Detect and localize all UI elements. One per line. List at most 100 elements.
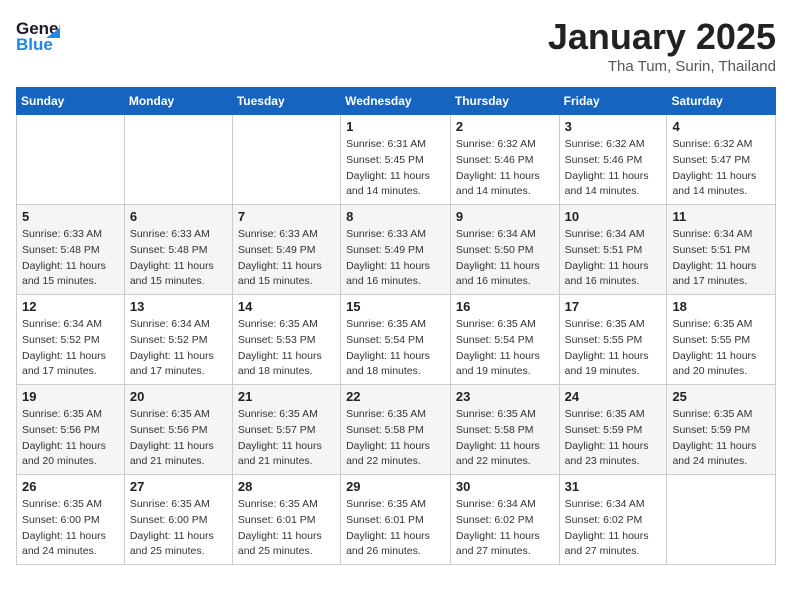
calendar-week-row: 5 Sunrise: 6:33 AM Sunset: 5:48 PM Daylig… xyxy=(17,205,776,295)
day-info: Sunrise: 6:35 AM Sunset: 5:54 PM Dayligh… xyxy=(456,317,554,380)
month-title: January 2025 xyxy=(548,16,776,58)
table-row: 19Sunrise: 6:35 AM Sunset: 5:56 PM Dayli… xyxy=(17,385,125,475)
table-row: 9 Sunrise: 6:34 AM Sunset: 5:50 PM Daylig… xyxy=(450,205,559,295)
day-number: 24 xyxy=(565,389,662,404)
day-info: Sunrise: 6:35 AM Sunset: 5:59 PM Dayligh… xyxy=(565,407,662,470)
table-row xyxy=(667,475,776,565)
title-block: January 2025 Tha Tum, Surin, Thailand xyxy=(548,16,776,75)
day-info: Sunrise: 6:35 AM Sunset: 6:01 PM Dayligh… xyxy=(346,497,445,560)
table-row: 16 Sunrise: 6:35 AM Sunset: 5:54 PM Dayli… xyxy=(450,295,559,385)
table-row: 20Sunrise: 6:35 AM Sunset: 5:56 PM Dayli… xyxy=(124,385,232,475)
table-row: 10Sunrise: 6:34 AM Sunset: 5:51 PM Dayli… xyxy=(559,205,667,295)
day-info: Sunrise: 6:34 AM Sunset: 5:51 PM Dayligh… xyxy=(565,227,662,290)
col-sunday: Sunday xyxy=(17,88,125,115)
table-row: 13 Sunrise: 6:34 AM Sunset: 5:52 PM Dayli… xyxy=(124,295,232,385)
table-row: 15 Sunrise: 6:35 AM Sunset: 5:54 PM Dayli… xyxy=(341,295,451,385)
table-row: 8 Sunrise: 6:33 AM Sunset: 5:49 PM Daylig… xyxy=(341,205,451,295)
table-row: 22 Sunrise: 6:35 AM Sunset: 5:58 PM Dayli… xyxy=(341,385,451,475)
day-info: Sunrise: 6:35 AM Sunset: 5:56 PM Dayligh… xyxy=(22,407,119,470)
table-row: 31Sunrise: 6:34 AM Sunset: 6:02 PM Dayli… xyxy=(559,475,667,565)
day-info: Sunrise: 6:33 AM Sunset: 5:49 PM Dayligh… xyxy=(346,227,445,290)
day-info: Sunrise: 6:35 AM Sunset: 5:55 PM Dayligh… xyxy=(672,317,770,380)
day-info: Sunrise: 6:32 AM Sunset: 5:47 PM Dayligh… xyxy=(672,137,770,200)
day-info: Sunrise: 6:31 AM Sunset: 5:45 PM Dayligh… xyxy=(346,137,445,200)
table-row xyxy=(124,115,232,205)
table-row: 6Sunrise: 6:33 AM Sunset: 5:48 PM Daylig… xyxy=(124,205,232,295)
table-row: 1 Sunrise: 6:31 AM Sunset: 5:45 PM Daylig… xyxy=(341,115,451,205)
day-number: 30 xyxy=(456,479,554,494)
day-number: 16 xyxy=(456,299,554,314)
calendar-week-row: 1 Sunrise: 6:31 AM Sunset: 5:45 PM Daylig… xyxy=(17,115,776,205)
day-number: 4 xyxy=(672,119,770,134)
day-number: 18 xyxy=(672,299,770,314)
day-number: 26 xyxy=(22,479,119,494)
col-saturday: Saturday xyxy=(667,88,776,115)
table-row: 24 Sunrise: 6:35 AM Sunset: 5:59 PM Dayli… xyxy=(559,385,667,475)
day-number: 7 xyxy=(238,209,335,224)
day-info: Sunrise: 6:35 AM Sunset: 6:00 PM Dayligh… xyxy=(22,497,119,560)
table-row: 28 Sunrise: 6:35 AM Sunset: 6:01 PM Dayli… xyxy=(232,475,340,565)
table-row: 14 Sunrise: 6:35 AM Sunset: 5:53 PM Dayli… xyxy=(232,295,340,385)
table-row: 2Sunrise: 6:32 AM Sunset: 5:46 PM Daylig… xyxy=(450,115,559,205)
day-info: Sunrise: 6:35 AM Sunset: 5:53 PM Dayligh… xyxy=(238,317,335,380)
day-number: 23 xyxy=(456,389,554,404)
day-number: 6 xyxy=(130,209,227,224)
day-info: Sunrise: 6:35 AM Sunset: 5:55 PM Dayligh… xyxy=(565,317,662,380)
table-row: 25 Sunrise: 6:35 AM Sunset: 5:59 PM Dayli… xyxy=(667,385,776,475)
day-info: Sunrise: 6:35 AM Sunset: 5:57 PM Dayligh… xyxy=(238,407,335,470)
day-number: 14 xyxy=(238,299,335,314)
day-info: Sunrise: 6:34 AM Sunset: 6:02 PM Dayligh… xyxy=(456,497,554,560)
table-row: 27Sunrise: 6:35 AM Sunset: 6:00 PM Dayli… xyxy=(124,475,232,565)
page-header: General Blue January 2025 Tha Tum, Surin… xyxy=(16,16,776,75)
svg-text:Blue: Blue xyxy=(16,35,53,52)
day-info: Sunrise: 6:35 AM Sunset: 5:59 PM Dayligh… xyxy=(672,407,770,470)
day-number: 22 xyxy=(346,389,445,404)
table-row: 18 Sunrise: 6:35 AM Sunset: 5:55 PM Dayli… xyxy=(667,295,776,385)
table-row: 29 Sunrise: 6:35 AM Sunset: 6:01 PM Dayli… xyxy=(341,475,451,565)
table-row: 7Sunrise: 6:33 AM Sunset: 5:49 PM Daylig… xyxy=(232,205,340,295)
calendar-header-row: Sunday Monday Tuesday Wednesday Thursday… xyxy=(17,88,776,115)
day-info: Sunrise: 6:34 AM Sunset: 5:52 PM Dayligh… xyxy=(22,317,119,380)
location: Tha Tum, Surin, Thailand xyxy=(548,58,776,75)
col-wednesday: Wednesday xyxy=(341,88,451,115)
table-row: 5 Sunrise: 6:33 AM Sunset: 5:48 PM Daylig… xyxy=(17,205,125,295)
table-row: 21Sunrise: 6:35 AM Sunset: 5:57 PM Dayli… xyxy=(232,385,340,475)
table-row: 26 Sunrise: 6:35 AM Sunset: 6:00 PM Dayli… xyxy=(17,475,125,565)
table-row xyxy=(232,115,340,205)
col-monday: Monday xyxy=(124,88,232,115)
day-number: 25 xyxy=(672,389,770,404)
table-row: 11Sunrise: 6:34 AM Sunset: 5:51 PM Dayli… xyxy=(667,205,776,295)
table-row: 23 Sunrise: 6:35 AM Sunset: 5:58 PM Dayli… xyxy=(450,385,559,475)
day-info: Sunrise: 6:35 AM Sunset: 6:01 PM Dayligh… xyxy=(238,497,335,560)
day-info: Sunrise: 6:32 AM Sunset: 5:46 PM Dayligh… xyxy=(565,137,662,200)
logo-icon: General Blue xyxy=(16,16,60,52)
logo: General Blue xyxy=(16,16,60,52)
day-info: Sunrise: 6:35 AM Sunset: 5:58 PM Dayligh… xyxy=(346,407,445,470)
day-info: Sunrise: 6:34 AM Sunset: 5:52 PM Dayligh… xyxy=(130,317,227,380)
day-number: 1 xyxy=(346,119,445,134)
col-friday: Friday xyxy=(559,88,667,115)
table-row: 3Sunrise: 6:32 AM Sunset: 5:46 PM Daylig… xyxy=(559,115,667,205)
day-number: 2 xyxy=(456,119,554,134)
day-number: 8 xyxy=(346,209,445,224)
table-row: 30 Sunrise: 6:34 AM Sunset: 6:02 PM Dayli… xyxy=(450,475,559,565)
day-info: Sunrise: 6:33 AM Sunset: 5:48 PM Dayligh… xyxy=(22,227,119,290)
day-info: Sunrise: 6:35 AM Sunset: 5:54 PM Dayligh… xyxy=(346,317,445,380)
day-info: Sunrise: 6:34 AM Sunset: 5:50 PM Dayligh… xyxy=(456,227,554,290)
table-row: 17 Sunrise: 6:35 AM Sunset: 5:55 PM Dayli… xyxy=(559,295,667,385)
calendar-table: Sunday Monday Tuesday Wednesday Thursday… xyxy=(16,87,776,565)
table-row: 12Sunrise: 6:34 AM Sunset: 5:52 PM Dayli… xyxy=(17,295,125,385)
day-info: Sunrise: 6:35 AM Sunset: 5:58 PM Dayligh… xyxy=(456,407,554,470)
calendar-week-row: 26 Sunrise: 6:35 AM Sunset: 6:00 PM Dayli… xyxy=(17,475,776,565)
day-number: 17 xyxy=(565,299,662,314)
day-number: 28 xyxy=(238,479,335,494)
day-number: 11 xyxy=(672,209,770,224)
day-info: Sunrise: 6:34 AM Sunset: 6:02 PM Dayligh… xyxy=(565,497,662,560)
day-number: 13 xyxy=(130,299,227,314)
day-info: Sunrise: 6:35 AM Sunset: 6:00 PM Dayligh… xyxy=(130,497,227,560)
day-number: 15 xyxy=(346,299,445,314)
col-tuesday: Tuesday xyxy=(232,88,340,115)
day-number: 9 xyxy=(456,209,554,224)
day-number: 5 xyxy=(22,209,119,224)
day-number: 29 xyxy=(346,479,445,494)
